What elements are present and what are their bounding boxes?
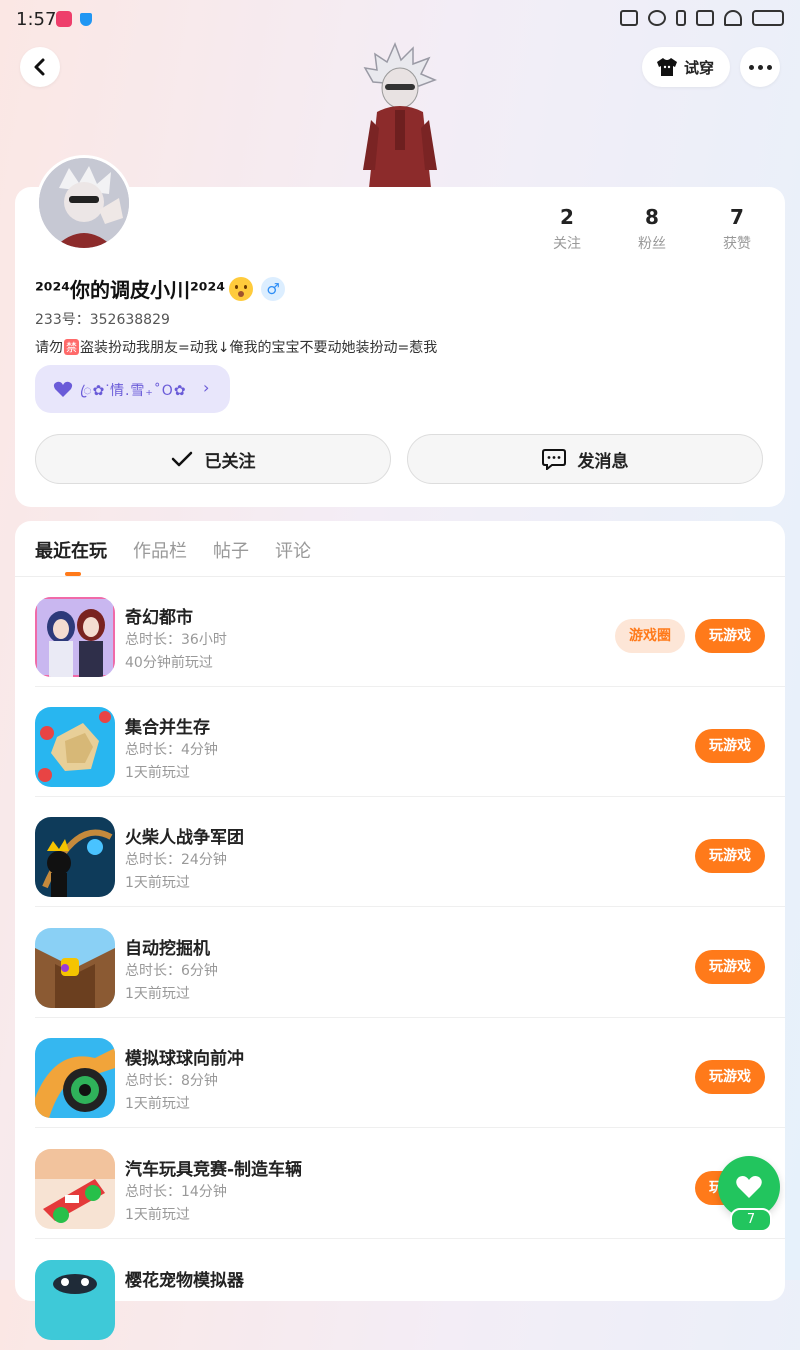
- bio-text-end: 盗装扮动我朋友=动我↓俺我的宝宝不要动她装扮动=惹我: [80, 340, 438, 356]
- game-duration: 总时长：6分钟: [125, 963, 218, 979]
- user-id: 233号：352638829: [35, 309, 170, 329]
- bluetooth-icon: [676, 10, 686, 26]
- game-circle-button[interactable]: 游戏圈: [615, 619, 685, 653]
- game-duration: 总时长：36小时: [125, 632, 227, 648]
- play-game-button[interactable]: 玩游戏: [695, 1060, 765, 1094]
- eye-icon: [648, 10, 666, 26]
- game-icon: [35, 928, 115, 1008]
- game-last-played: 1天前玩过: [125, 1207, 190, 1223]
- divider: [35, 1127, 785, 1128]
- content-tabs: 最近在玩 作品栏 帖子 评论: [35, 537, 311, 563]
- likes-label: 获赞: [723, 236, 751, 252]
- avatar[interactable]: [36, 155, 132, 251]
- game-row[interactable]: 樱花宠物模拟器: [15, 1240, 785, 1350]
- game-name: 汽车玩具竞赛-制造车辆: [125, 1160, 303, 1180]
- status-time: 1:57: [16, 9, 57, 30]
- message-button[interactable]: 发消息: [407, 434, 763, 484]
- following-count: 2: [560, 205, 574, 229]
- following-button[interactable]: 已关注: [35, 434, 391, 484]
- male-gender-icon: ♂: [261, 276, 286, 301]
- game-row[interactable]: 火柴人战争军团 总时长：24分钟 1天前玩过 玩游戏: [15, 797, 785, 907]
- message-button-label: 发消息: [577, 451, 629, 472]
- game-icon: [35, 1149, 115, 1229]
- battery-icon: [752, 10, 784, 26]
- game-name: 自动挖掘机: [125, 939, 210, 959]
- game-duration: 总时长：24分钟: [125, 852, 227, 868]
- chat-bubble-icon: [541, 449, 566, 470]
- wifi-icon: [724, 10, 742, 26]
- following-button-label: 已关注: [204, 451, 256, 472]
- more-button[interactable]: [740, 47, 780, 87]
- ban-badge: 禁: [64, 339, 79, 355]
- game-name: 火柴人战争军团: [125, 828, 244, 848]
- game-icon: [35, 1038, 115, 1118]
- game-last-played: 1天前玩过: [125, 875, 190, 891]
- chevron-right-icon: ›: [203, 378, 210, 397]
- game-last-played: 1天前玩过: [125, 765, 190, 781]
- game-duration: 总时长：8分钟: [125, 1073, 218, 1089]
- divider: [35, 1238, 785, 1239]
- following-label: 关注: [553, 236, 581, 252]
- stat-likes[interactable]: 7 获赞: [697, 205, 777, 253]
- game-name: 集合并生存: [125, 718, 210, 738]
- app-notification-icon: [56, 11, 72, 27]
- system-icons: [620, 10, 784, 26]
- game-duration: 总时长：14分钟: [125, 1184, 227, 1200]
- uid-value: 352638829: [89, 312, 170, 328]
- play-game-button[interactable]: 玩游戏: [695, 839, 765, 873]
- stat-followers[interactable]: 8 粉丝: [612, 205, 692, 253]
- tab-recently-played[interactable]: 最近在玩: [35, 537, 107, 563]
- followers-count: 8: [645, 205, 659, 229]
- heart-icon: [736, 1176, 762, 1198]
- tab-posts[interactable]: 帖子: [213, 537, 249, 563]
- status-bar: 1:57: [0, 0, 800, 40]
- tab-works[interactable]: 作品栏: [133, 537, 187, 563]
- game-last-played: 1天前玩过: [125, 986, 190, 1002]
- game-name: 樱花宠物模拟器: [125, 1271, 244, 1291]
- bio: 请勿禁盗装扮动我朋友=动我↓俺我的宝宝不要动她装扮动=惹我: [35, 337, 437, 357]
- nickname-text: ²⁰²⁴你的调皮小川²⁰²⁴: [35, 278, 226, 302]
- try-on-label: 试穿: [684, 59, 715, 77]
- game-icon: [35, 817, 115, 897]
- shield-notification-icon: [80, 13, 92, 26]
- nickname: ²⁰²⁴你的调皮小川²⁰²⁴ ♂: [35, 274, 286, 303]
- game-row[interactable]: 模拟球球向前冲 总时长：8分钟 1天前玩过 玩游戏: [15, 1018, 785, 1128]
- stat-following[interactable]: 2 关注: [527, 205, 607, 253]
- play-game-button[interactable]: 玩游戏: [695, 619, 765, 653]
- divider: [35, 906, 785, 907]
- play-game-button[interactable]: 玩游戏: [695, 729, 765, 763]
- game-duration: 总时长：4分钟: [125, 742, 218, 758]
- check-icon: [171, 451, 192, 467]
- mute-icon: [696, 10, 714, 26]
- play-game-button[interactable]: 玩游戏: [695, 950, 765, 984]
- game-icon: [35, 597, 115, 677]
- likes-count: 7: [730, 205, 744, 229]
- back-button[interactable]: [20, 47, 60, 87]
- avatar-character-figure[interactable]: [355, 40, 445, 188]
- game-name: 奇幻都市: [125, 608, 193, 628]
- uid-label: 233号：: [35, 312, 90, 328]
- game-last-played: 1天前玩过: [125, 1096, 190, 1112]
- purple-heart-icon: [53, 381, 73, 397]
- game-icon: [35, 707, 115, 787]
- game-icon: [35, 1260, 115, 1340]
- game-last-played: 40分钟前玩过: [125, 655, 213, 671]
- surprised-emoji-icon: [229, 276, 254, 301]
- game-row[interactable]: 汽车玩具竞赛-制造车辆 总时长：14分钟 1天前玩过 玩游戏: [15, 1129, 785, 1239]
- game-row[interactable]: 集合并生存 总时长：4分钟 1天前玩过 玩游戏: [15, 687, 785, 797]
- followers-label: 粉丝: [638, 236, 666, 252]
- game-row[interactable]: 奇幻都市 总时长：36小时 40分钟前玩过 游戏圈 玩游戏: [15, 577, 785, 687]
- tshirt-icon: [657, 58, 677, 76]
- chevron-left-icon: [34, 58, 45, 76]
- try-on-button[interactable]: 试穿: [642, 47, 730, 87]
- bio-text-start: 请勿: [35, 340, 63, 356]
- like-count-badge: 7: [730, 1208, 772, 1232]
- guild-pill[interactable]: ꦿ✿ᐝ情.雪₊˚O✿ ›: [35, 365, 230, 413]
- game-row[interactable]: 自动挖掘机 总时长：6分钟 1天前玩过 玩游戏: [15, 908, 785, 1018]
- more-dots-icon: [749, 65, 772, 70]
- guild-name: ꦿ✿ᐝ情.雪₊˚O✿: [80, 383, 187, 399]
- cast-icon: [620, 10, 638, 26]
- game-name: 模拟球球向前冲: [125, 1049, 244, 1069]
- tab-comments[interactable]: 评论: [275, 537, 311, 563]
